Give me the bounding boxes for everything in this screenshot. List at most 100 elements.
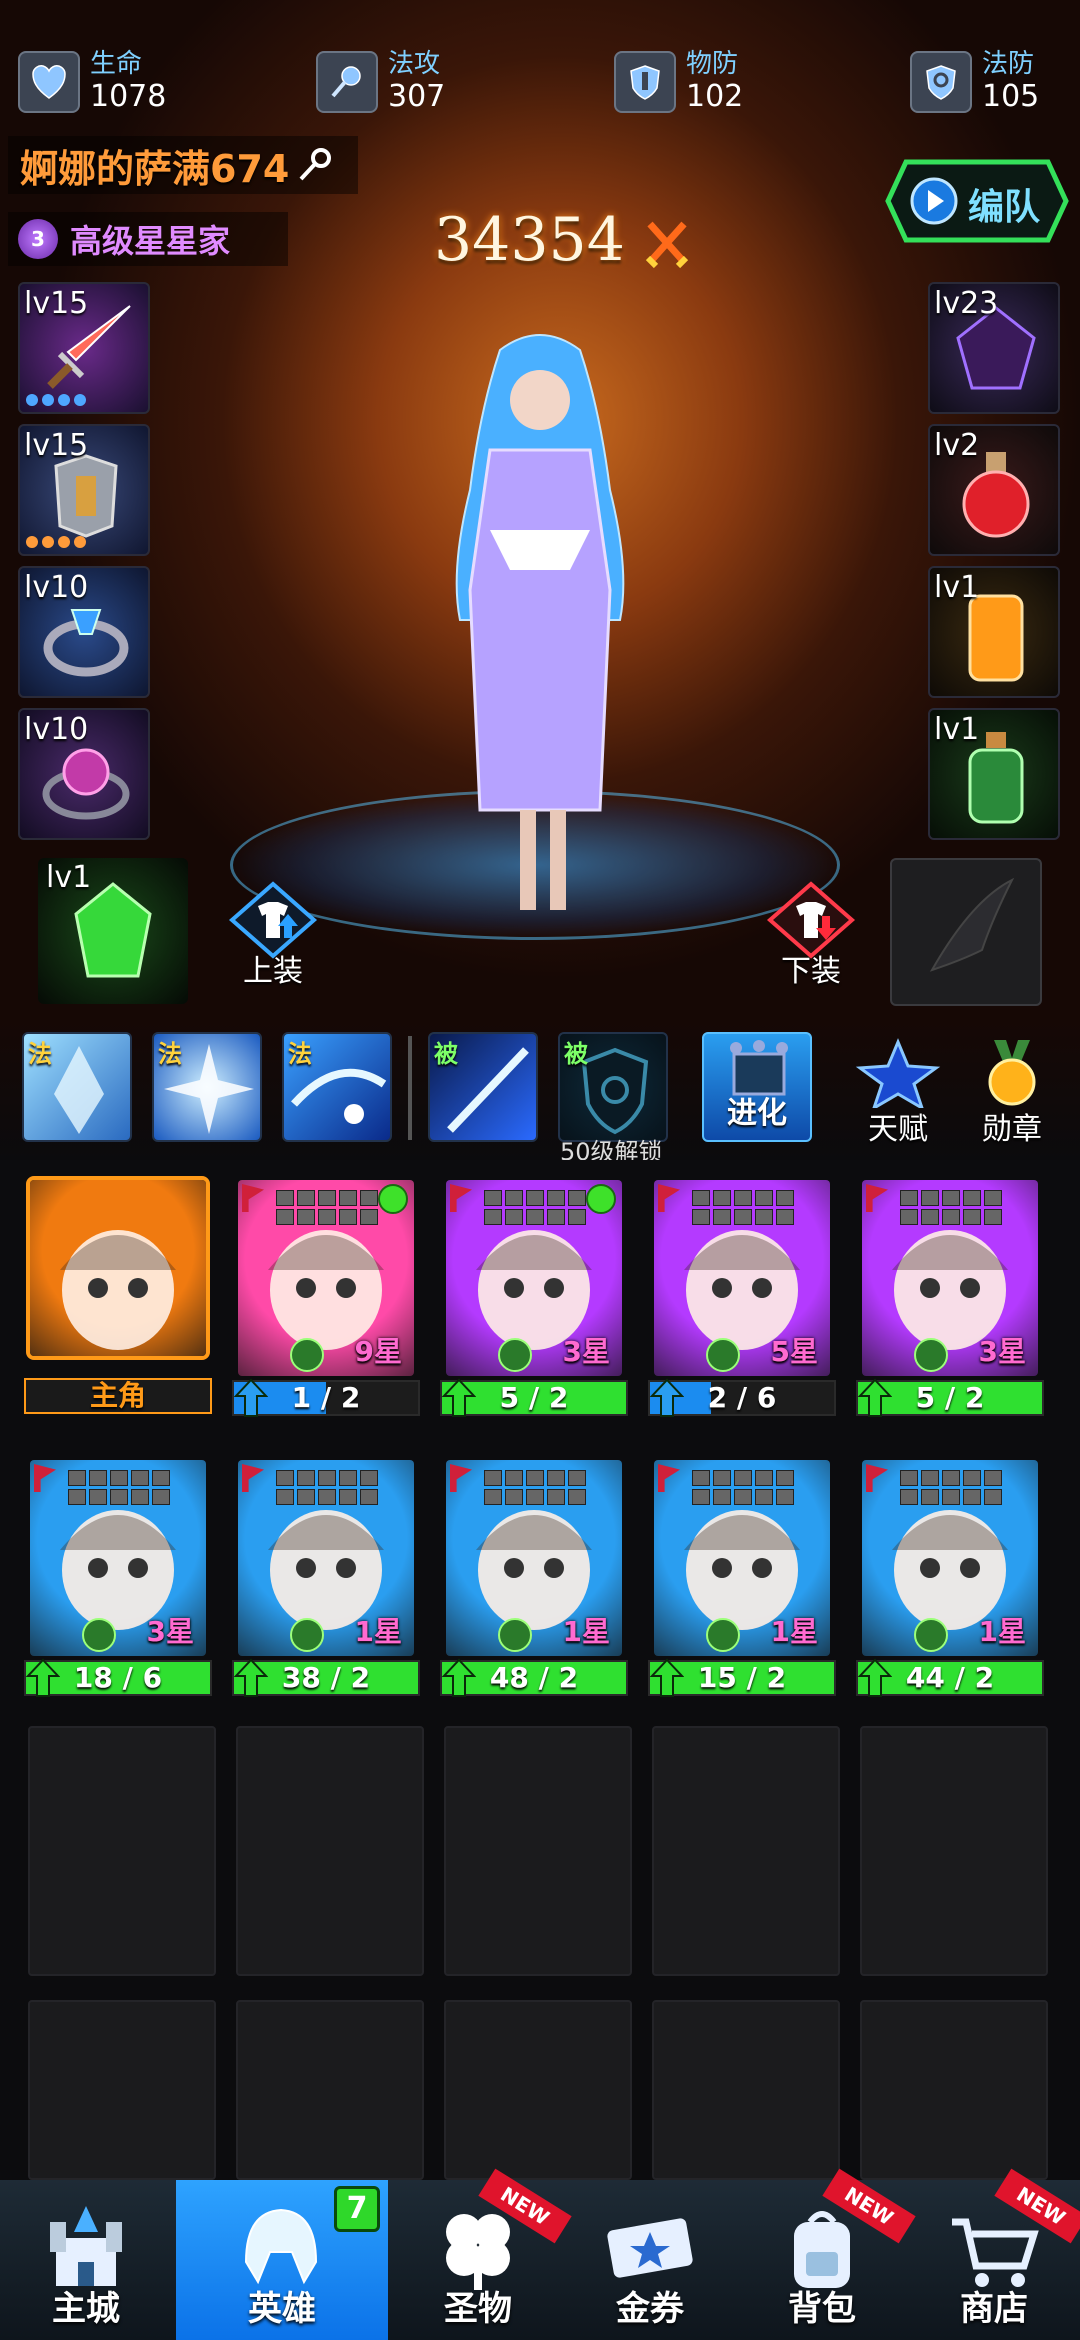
equip-on-label: 上装 (243, 954, 303, 989)
equip-slot-green-potion[interactable]: lv1 (928, 708, 1060, 840)
nav-label: 主城 (52, 2289, 120, 2329)
empty-hero-slot (444, 1726, 632, 1976)
equip-slot-weapon[interactable]: lv15 (18, 282, 150, 414)
equip-slot-crystal[interactable]: lv23 (928, 282, 1060, 414)
enhance-dots (26, 394, 86, 406)
stat-label: 法防 (982, 48, 1035, 79)
hero-shard-progress: 18 / 6 (24, 1658, 212, 1697)
equip-slot-orange-jar[interactable]: lv1 (928, 566, 1060, 698)
rename-key-icon[interactable] (295, 145, 335, 185)
equip-slot-ring[interactable]: lv10 (18, 566, 150, 698)
evolve-button[interactable]: 进化 (702, 1032, 812, 1142)
wing-slot[interactable] (890, 858, 1042, 1006)
hero-card[interactable]: 1星 (862, 1460, 1038, 1656)
shard-count: 2 / 6 (707, 1381, 777, 1414)
element-icon (290, 1338, 324, 1372)
talent-button[interactable]: 天赋 (846, 1038, 950, 1147)
stat-value: 307 (388, 78, 446, 114)
hero-card-main[interactable] (30, 1180, 206, 1356)
shard-count: 18 / 6 (73, 1661, 163, 1694)
element-icon (498, 1618, 532, 1652)
equip-slot-amulet[interactable]: lv10 (18, 708, 150, 840)
equip-level: lv1 (934, 570, 980, 605)
hero-card[interactable]: 5星 (654, 1180, 830, 1376)
enhance-dots (26, 536, 86, 548)
armor-shield-icon (614, 51, 676, 113)
shard-count: 48 / 2 (489, 1661, 579, 1694)
medal-icon (988, 1040, 1036, 1106)
shard-count: 1 / 2 (291, 1381, 361, 1414)
skill-slot-4[interactable]: 被 (428, 1032, 538, 1142)
equip-off-label: 下装 (781, 954, 841, 989)
talent-star-icon (855, 1038, 941, 1112)
skill-slot-1[interactable]: 法 (22, 1032, 132, 1142)
evolve-label: 进化 (727, 1096, 787, 1131)
hero-portrait (60, 1230, 176, 1350)
team-formation-button[interactable]: 编队 (884, 158, 1070, 244)
stat-physical-defense: 物防 102 (614, 44, 743, 120)
element-icon (706, 1618, 740, 1652)
nav-heroes[interactable]: 7 英雄 (176, 2180, 388, 2340)
skill-type-tag: 法 (158, 1040, 182, 1068)
rune-slots (484, 1470, 586, 1505)
element-icon (914, 1338, 948, 1372)
equip-on-button[interactable]: 上装 (218, 880, 328, 990)
medal-label: 勋章 (982, 1112, 1042, 1147)
empty-hero-slot (236, 2000, 424, 2180)
hero-shard-progress: 5 / 2 (856, 1378, 1044, 1417)
nav-label: 金券 (616, 2289, 684, 2329)
skill-slot-3[interactable]: 法 (282, 1032, 392, 1142)
hero-shard-progress: 44 / 2 (856, 1658, 1044, 1697)
wing-icon (929, 877, 1015, 972)
hero-card[interactable]: 3星 (30, 1460, 206, 1656)
hero-card[interactable]: 1星 (446, 1460, 622, 1656)
empty-hero-slot (652, 2000, 840, 2180)
skill-type-tag: 法 (288, 1040, 312, 1068)
combat-power: 34354 (434, 205, 690, 275)
equip-off-button[interactable]: 下装 (756, 880, 866, 990)
rune-slots (484, 1190, 586, 1225)
shard-count: 5 / 2 (499, 1381, 569, 1414)
hero-shard-progress: 2 / 6 (648, 1378, 836, 1417)
skill-slot-2[interactable]: 法 (152, 1032, 262, 1142)
rune-slots (900, 1470, 1002, 1505)
nav-backpack[interactable]: NEW 背包 (736, 2168, 916, 2340)
hero-star-rank: 1星 (978, 1615, 1026, 1648)
stat-label: 物防 (686, 48, 739, 79)
shard-count: 5 / 2 (915, 1381, 985, 1414)
element-icon (82, 1618, 116, 1652)
hero-character[interactable] (370, 330, 710, 930)
main-hero-label: 主角 (89, 1379, 146, 1412)
medal-button[interactable]: 勋章 (960, 1038, 1064, 1147)
empty-hero-slot (28, 2000, 216, 2180)
nav-gold-coupons[interactable]: 金券 (564, 2180, 736, 2340)
hero-card[interactable]: 9星 (238, 1180, 414, 1376)
nav-shop[interactable]: NEW 商店 (908, 2168, 1080, 2340)
stat-magic-defense: 法防 105 (910, 44, 1039, 120)
magic-shield-icon (910, 51, 972, 113)
bottom-navigation: 主城 7 英雄 NEW 圣物 金券 NEW 背包 NEW 商店 (0, 2168, 1080, 2340)
castle-icon (50, 2206, 122, 2286)
nav-relics[interactable]: NEW 圣物 (392, 2168, 572, 2340)
rune-slots (900, 1190, 1002, 1225)
nav-label: 背包 (788, 2289, 856, 2329)
stat-hp: 生命 1078 (18, 44, 166, 120)
hero-card[interactable]: 1星 (238, 1460, 414, 1656)
rune-slots (68, 1470, 170, 1505)
skill-slot-5-locked[interactable]: 被 (558, 1032, 668, 1142)
equip-slot-red-potion[interactable]: lv2 (928, 424, 1060, 556)
nav-main-city[interactable]: 主城 (0, 2180, 172, 2340)
hero-star-rank: 3星 (978, 1335, 1026, 1368)
heart-shield-icon (18, 51, 80, 113)
talent-label: 天赋 (868, 1112, 928, 1147)
gem-slot[interactable]: lv1 (38, 858, 188, 1004)
hero-card[interactable]: 3星 (446, 1180, 622, 1376)
equip-slot-armor[interactable]: lv15 (18, 424, 150, 556)
hero-count-badge: 7 (334, 2186, 380, 2232)
equip-level: lv15 (24, 286, 89, 321)
hero-screen: 生命 1078 法攻 307 物防 102 法防 105 婀娜的萨满674 3 高级星星… (0, 0, 1080, 2340)
hero-star-rank: 1星 (354, 1615, 402, 1648)
stat-value: 105 (982, 78, 1040, 114)
hero-card[interactable]: 1星 (654, 1460, 830, 1656)
hero-card[interactable]: 3星 (862, 1180, 1038, 1376)
